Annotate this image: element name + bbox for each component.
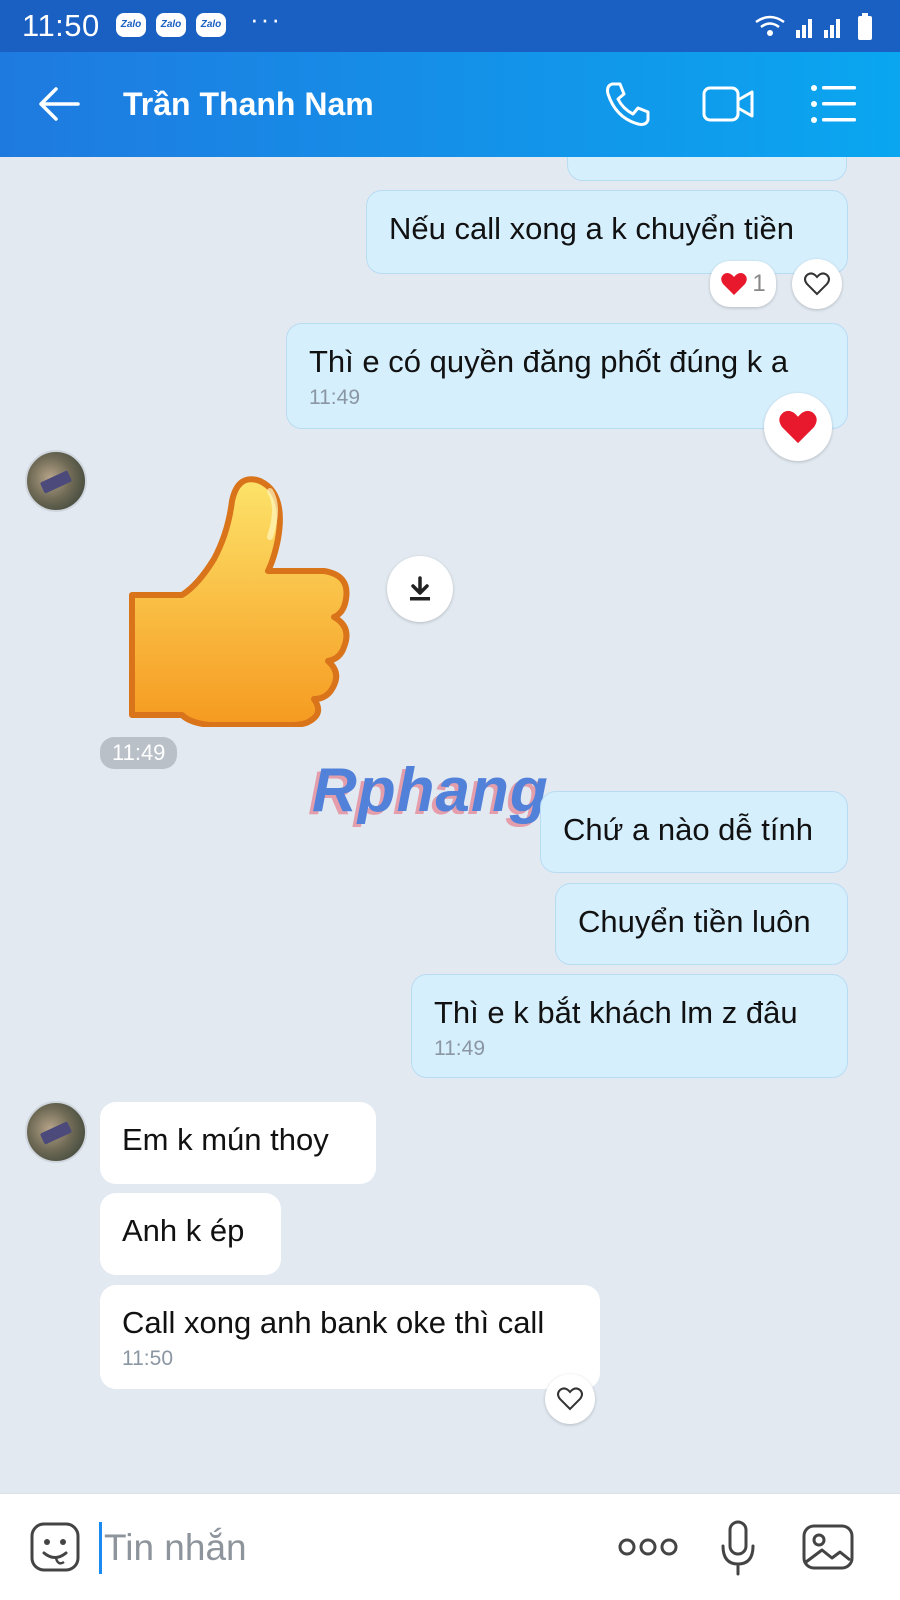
message-bubble-partial[interactable] <box>567 157 847 181</box>
sticker-face-icon <box>30 1522 80 1572</box>
message-text: Anh k ép <box>122 1213 245 1248</box>
message-bubble[interactable]: Nếu call xong a k chuyển tiền <box>366 190 848 274</box>
status-time: 11:50 <box>22 8 100 43</box>
more-options-button[interactable] <box>618 1532 678 1562</box>
reaction-count-badge[interactable]: 1 <box>710 261 776 307</box>
message-text: Em k mún thoy <box>122 1122 329 1157</box>
message-composer <box>0 1493 900 1600</box>
zalo-notification-icon: Zalo <box>196 13 226 37</box>
status-bar: 11:50 Zalo Zalo Zalo ··· <box>0 0 900 52</box>
thumbs-up-sticker[interactable] <box>120 467 360 728</box>
message-text: Thì e k bắt khách lm z đâu <box>434 995 798 1030</box>
chat-header: Trần Thanh Nam <box>0 52 900 157</box>
message-bubble[interactable]: Chuyển tiền luôn <box>555 883 848 965</box>
contact-name[interactable]: Trần Thanh Nam <box>123 86 374 123</box>
message-text: Thì e có quyền đăng phốt đúng k a <box>309 344 789 379</box>
emoji-button[interactable] <box>28 1520 82 1574</box>
sticker-time: 11:49 <box>100 737 178 769</box>
react-button[interactable] <box>792 259 842 309</box>
message-time: 11:50 <box>122 1347 173 1370</box>
send-image-button[interactable] <box>800 1522 856 1572</box>
system-icons <box>752 12 882 47</box>
message-text: Nếu call xong a k chuyển tiền <box>389 211 794 246</box>
message-text: Chuyển tiền luôn <box>578 904 811 939</box>
more-dots-icon <box>618 1538 678 1556</box>
message-text: Chứ a nào dễ tính <box>563 812 813 847</box>
react-button[interactable] <box>545 1374 595 1424</box>
message-text: Call xong anh bank oke thì call <box>122 1305 545 1340</box>
message-bubble[interactable]: Chứ a nào dễ tính <box>540 791 848 873</box>
reaction-count: 1 <box>752 270 766 297</box>
message-time: 11:49 <box>309 386 360 409</box>
message-time: 11:49 <box>434 1037 485 1060</box>
download-icon <box>410 576 430 601</box>
call-button[interactable] <box>600 78 656 130</box>
menu-list-icon <box>811 85 856 123</box>
thumbs-up-icon <box>129 476 350 728</box>
download-button[interactable] <box>387 556 453 622</box>
sender-avatar[interactable] <box>25 1101 87 1163</box>
phone-icon <box>606 82 650 126</box>
react-button[interactable] <box>764 393 832 461</box>
message-input[interactable] <box>104 1520 584 1576</box>
zalo-notification-icon: Zalo <box>156 13 186 37</box>
back-arrow-icon <box>39 87 80 121</box>
heart-icon <box>779 410 817 444</box>
video-icon <box>702 86 754 122</box>
image-gallery-icon <box>802 1524 854 1570</box>
zalo-notification-icon: Zalo <box>116 13 146 37</box>
message-bubble[interactable]: Thì e k bắt khách lm z đâu 11:49 <box>411 974 848 1078</box>
heart-outline-icon <box>804 272 830 296</box>
chat-options-button[interactable] <box>806 78 862 130</box>
message-list[interactable]: Nếu call xong a k chuyển tiền 1 Thì e có… <box>0 157 900 1493</box>
message-bubble[interactable]: Thì e có quyền đăng phốt đúng k a 11:49 <box>286 323 848 429</box>
video-call-button[interactable] <box>700 78 756 130</box>
more-notifications-icon: ··· <box>250 4 282 34</box>
heart-icon <box>721 273 748 295</box>
message-bubble[interactable]: Em k mún thoy <box>100 1102 376 1184</box>
voice-message-button[interactable] <box>718 1518 758 1578</box>
message-bubble[interactable]: Call xong anh bank oke thì call 11:50 <box>100 1285 600 1389</box>
sender-avatar[interactable] <box>25 450 87 512</box>
message-bubble[interactable]: Anh k ép <box>100 1193 281 1275</box>
back-button[interactable] <box>36 84 84 124</box>
microphone-icon <box>721 1520 755 1576</box>
watermark-logo: Rphang <box>312 756 549 825</box>
heart-outline-icon <box>557 1387 583 1411</box>
text-cursor <box>99 1522 102 1574</box>
wifi-signal-battery-icon <box>755 13 872 40</box>
